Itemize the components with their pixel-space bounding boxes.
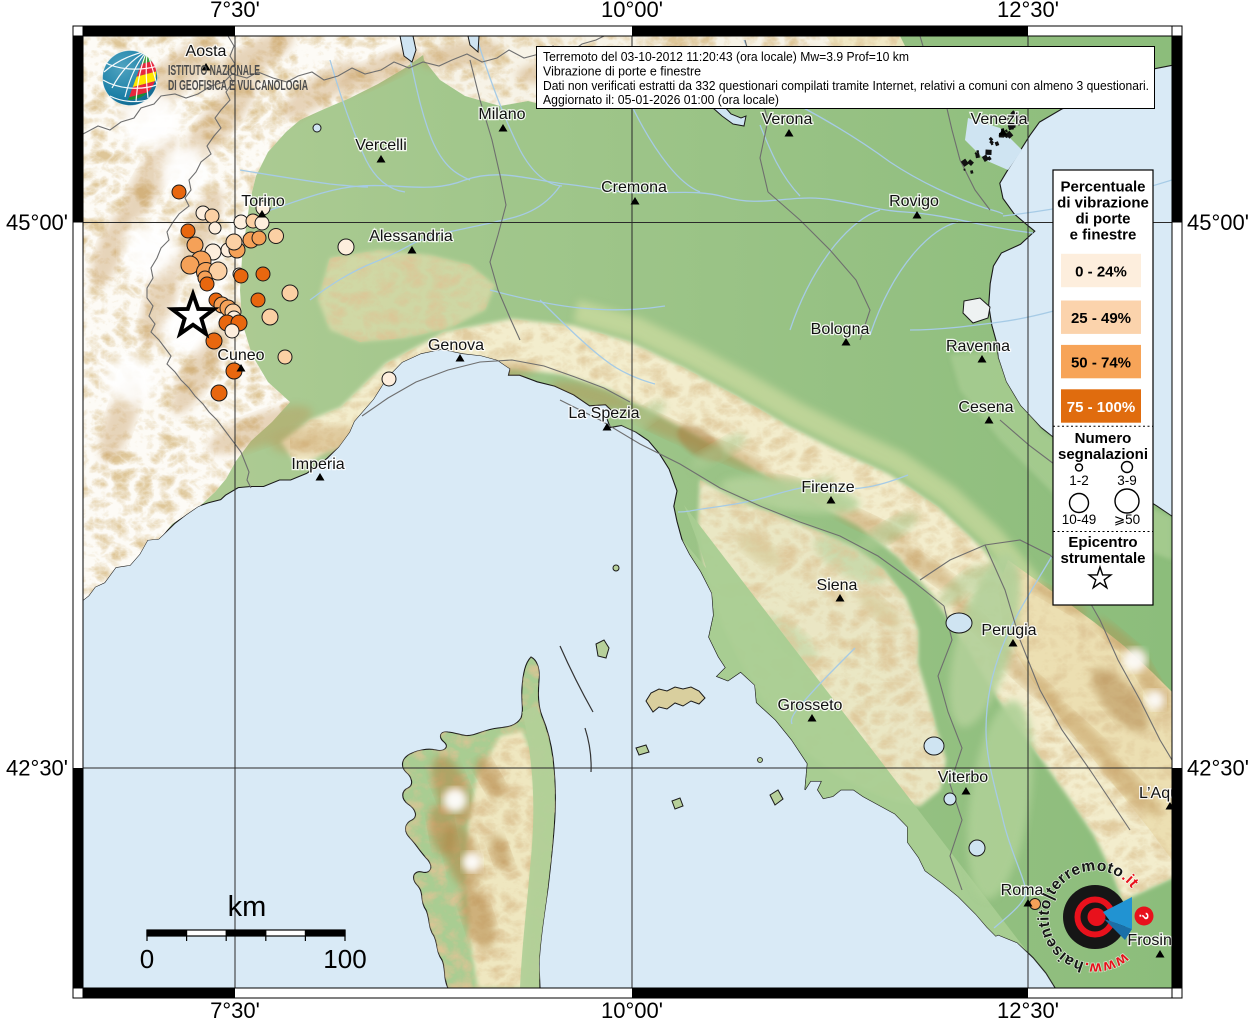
svg-text:km: km — [228, 891, 267, 923]
svg-text:Percentuale: Percentuale — [1060, 179, 1145, 196]
svg-text:Venezia: Venezia — [971, 111, 1028, 128]
svg-text:42°30': 42°30' — [1187, 756, 1249, 781]
svg-text:Imperia: Imperia — [291, 456, 344, 473]
svg-text:di vibrazione: di vibrazione — [1057, 195, 1149, 212]
svg-text:50 - 74%: 50 - 74% — [1071, 354, 1131, 371]
svg-text:⩾50: ⩾50 — [1114, 512, 1140, 527]
svg-text:Cremona: Cremona — [601, 179, 667, 196]
svg-text:Bologna: Bologna — [811, 321, 870, 338]
svg-text:Ravenna: Ravenna — [946, 338, 1010, 355]
svg-text:7°30': 7°30' — [210, 0, 260, 22]
svg-text:segnalazioni: segnalazioni — [1058, 446, 1148, 463]
svg-text:Roma: Roma — [1001, 882, 1044, 899]
svg-text:12°30': 12°30' — [997, 0, 1059, 22]
svg-text:Rovigo: Rovigo — [889, 193, 939, 210]
svg-text:Firenze: Firenze — [801, 479, 854, 496]
svg-text:Dati non verificati estratti d: Dati non verificati estratti da 332 ques… — [543, 78, 1149, 93]
svg-text:12°30': 12°30' — [997, 998, 1059, 1023]
svg-text:10-49: 10-49 — [1062, 512, 1097, 527]
svg-text:di porte: di porte — [1076, 211, 1131, 228]
svg-text:Cuneo: Cuneo — [217, 347, 264, 364]
svg-text:Vibrazione di porte e finestre: Vibrazione di porte e finestre — [543, 64, 701, 79]
svg-text:10°00': 10°00' — [601, 0, 663, 22]
svg-text:Aosta: Aosta — [186, 43, 227, 60]
svg-text:10°00': 10°00' — [601, 998, 663, 1023]
svg-text:7°30': 7°30' — [210, 998, 260, 1023]
svg-text:3-9: 3-9 — [1117, 473, 1137, 488]
svg-text:DI GEOFISICA E VULCANOLOGIA: DI GEOFISICA E VULCANOLOGIA — [168, 77, 308, 94]
svg-text:Epicentro: Epicentro — [1068, 534, 1137, 551]
svg-text:100: 100 — [323, 944, 366, 974]
svg-text:Cesena: Cesena — [958, 399, 1013, 416]
svg-text:Viterbo: Viterbo — [938, 769, 989, 786]
svg-text:strumentale: strumentale — [1060, 550, 1145, 567]
svg-text:45°00': 45°00' — [1187, 210, 1249, 235]
svg-text:Grosseto: Grosseto — [778, 697, 843, 714]
svg-text:e finestre: e finestre — [1070, 227, 1137, 244]
svg-text:Perugia: Perugia — [981, 622, 1036, 639]
svg-text:Genova: Genova — [428, 337, 484, 354]
svg-text:75 - 100%: 75 - 100% — [1067, 399, 1135, 416]
svg-text:Torino: Torino — [241, 193, 285, 210]
svg-text:42°30': 42°30' — [6, 756, 68, 781]
svg-text:0: 0 — [140, 944, 154, 974]
svg-text:Alessandria: Alessandria — [369, 228, 453, 245]
svg-text:Verona: Verona — [762, 111, 813, 128]
svg-text:1-2: 1-2 — [1069, 473, 1089, 488]
svg-text:Milano: Milano — [478, 106, 525, 123]
svg-text:25 - 49%: 25 - 49% — [1071, 310, 1131, 327]
svg-text:Aggiornato il: 05-01-2026 01:0: Aggiornato il: 05-01-2026 01:00 (ora loc… — [543, 92, 779, 107]
svg-text:Numero: Numero — [1075, 430, 1132, 447]
svg-text:Vercelli: Vercelli — [355, 137, 407, 154]
svg-text:Siena: Siena — [817, 577, 858, 594]
svg-text:?: ? — [1137, 912, 1152, 920]
svg-text:0 - 24%: 0 - 24% — [1075, 263, 1127, 280]
svg-text:La Spezia: La Spezia — [568, 405, 639, 422]
svg-text:Terremoto del 03-10-2012 11:20: Terremoto del 03-10-2012 11:20:43 (ora l… — [543, 49, 909, 64]
svg-text:45°00': 45°00' — [6, 210, 68, 235]
